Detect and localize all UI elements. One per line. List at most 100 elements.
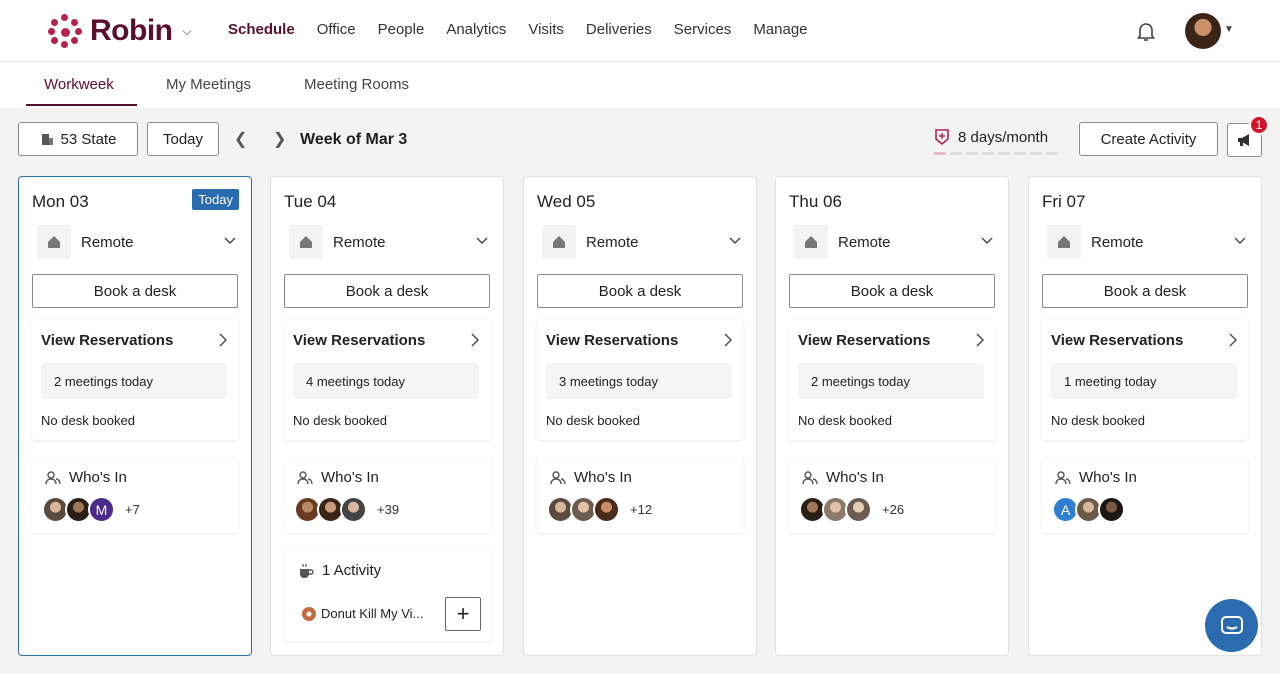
tab-workweek[interactable]: Workweek (44, 76, 114, 93)
whos-in-card[interactable]: Who's In +12 (537, 457, 743, 533)
robin-logo[interactable]: Robin ⌵ (48, 14, 192, 48)
avatar-stack: A (1052, 496, 1125, 523)
whos-in-count: +7 (125, 502, 140, 517)
nav-manage[interactable]: Manage (753, 21, 807, 38)
activity-item[interactable]: Donut Kill My Vi... (302, 606, 423, 621)
people-icon (1055, 471, 1071, 485)
people-icon (550, 471, 566, 485)
whos-in-title: Who's In (1079, 469, 1137, 486)
book-desk-button[interactable]: Book a desk (537, 274, 743, 308)
day-title: Tue 04 (284, 192, 337, 211)
meetings-count[interactable]: 4 meetings today (293, 363, 479, 399)
brand-name: Robin (90, 14, 173, 47)
location-label: Remote (333, 233, 386, 251)
avatar (845, 496, 872, 523)
chat-button[interactable] (1205, 599, 1258, 652)
location-label: Remote (838, 233, 891, 251)
home-icon (1047, 225, 1081, 259)
day-column-wed: Wed 05 Remote Book a desk View Reservati… (523, 176, 757, 656)
day-column-fri: Fri 07 Remote Book a desk View Reservati… (1028, 176, 1262, 656)
meetings-count[interactable]: 3 meetings today (546, 363, 732, 399)
nav-visits[interactable]: Visits (528, 21, 564, 38)
reservations-title: View Reservations (41, 332, 174, 349)
location-select[interactable]: Remote (794, 225, 994, 259)
add-activity-button[interactable]: + (445, 597, 481, 631)
today-badge: Today (192, 189, 239, 210)
user-avatar[interactable] (1185, 13, 1221, 49)
sub-tabs: Workweek My Meetings Meeting Rooms (0, 62, 1280, 108)
people-icon (297, 471, 313, 485)
chevron-down-icon (1234, 237, 1246, 244)
location-select[interactable]: Remote (1047, 225, 1247, 259)
reservations-title: View Reservations (1051, 332, 1184, 349)
days-per-month[interactable]: 8 days/month (934, 128, 1048, 146)
people-icon (45, 471, 61, 485)
tab-meeting-rooms[interactable]: Meeting Rooms (304, 76, 409, 93)
meetings-count[interactable]: 2 meetings today (798, 363, 984, 399)
book-desk-button[interactable]: Book a desk (32, 274, 238, 308)
day-column-mon: Mon 03 Today Remote Book a desk View Res… (18, 176, 252, 656)
chevron-right-icon[interactable]: ❯ (273, 129, 286, 149)
home-icon (289, 225, 323, 259)
chevron-right-icon (724, 333, 732, 347)
reservations-card[interactable]: View Reservations 1 meeting today No des… (1042, 320, 1248, 440)
nav-people[interactable]: People (378, 21, 425, 38)
reservations-title: View Reservations (293, 332, 426, 349)
reservations-card[interactable]: View Reservations 2 meetings today No de… (789, 320, 995, 440)
reservations-card[interactable]: View Reservations 4 meetings today No de… (284, 320, 490, 440)
reservations-card[interactable]: View Reservations 2 meetings today No de… (32, 320, 238, 440)
nav-office[interactable]: Office (317, 21, 356, 38)
meetings-count[interactable]: 1 meeting today (1051, 363, 1237, 399)
book-desk-button[interactable]: Book a desk (284, 274, 490, 308)
whos-in-card[interactable]: Who's In M +7 (32, 457, 238, 533)
bell-icon[interactable] (1134, 19, 1158, 43)
chevron-right-icon (1229, 333, 1237, 347)
location-select[interactable]: Remote (37, 225, 237, 259)
home-icon (37, 225, 71, 259)
activity-card[interactable]: 1 Activity Donut Kill My Vi... + (284, 549, 490, 641)
whos-in-count: +39 (377, 502, 400, 517)
whos-in-count: +12 (630, 502, 653, 517)
avatar-stack: +12 (547, 496, 652, 523)
coffee-icon (300, 564, 314, 578)
day-title: Thu 06 (789, 192, 842, 211)
location-select[interactable]: Remote (289, 225, 489, 259)
chevron-down-icon[interactable]: ⌵ (182, 24, 191, 39)
whos-in-count: +26 (882, 502, 905, 517)
desk-status: No desk booked (546, 413, 640, 428)
activity-title: 1 Activity (322, 562, 382, 579)
tab-my-meetings[interactable]: My Meetings (166, 76, 251, 93)
whos-in-card[interactable]: Who's In +39 (284, 457, 490, 533)
nav-deliveries[interactable]: Deliveries (586, 21, 652, 38)
book-desk-button[interactable]: Book a desk (1042, 274, 1248, 308)
week-label: Week of Mar 3 (300, 131, 408, 148)
chat-icon (1220, 615, 1243, 634)
days-progress (934, 152, 1062, 155)
donut-icon (302, 606, 316, 621)
today-button[interactable]: Today (147, 122, 219, 156)
chevron-down-icon[interactable]: ▼ (1224, 24, 1234, 35)
nav-analytics[interactable]: Analytics (446, 21, 506, 38)
home-icon (794, 225, 828, 259)
days-per-month-label: 8 days/month (958, 128, 1049, 146)
nav-services[interactable]: Services (674, 21, 732, 38)
whos-in-card[interactable]: Who's In +26 (789, 457, 995, 533)
day-column-thu: Thu 06 Remote Book a desk View Reservati… (775, 176, 1009, 656)
nav-schedule[interactable]: Schedule (228, 21, 295, 38)
create-activity-button[interactable]: Create Activity (1079, 122, 1218, 156)
meetings-count[interactable]: 2 meetings today (41, 363, 227, 399)
reservations-title: View Reservations (546, 332, 679, 349)
main-nav: Schedule Office People Analytics Visits … (228, 21, 830, 38)
megaphone-icon (1237, 134, 1249, 146)
building-select-button[interactable]: 53 State (18, 122, 138, 156)
location-label: Remote (1091, 233, 1144, 251)
chevron-down-icon (729, 237, 741, 244)
avatar (593, 496, 620, 523)
reservations-card[interactable]: View Reservations 3 meetings today No de… (537, 320, 743, 440)
location-select[interactable]: Remote (542, 225, 742, 259)
chevron-left-icon[interactable]: ❮ (234, 129, 247, 149)
whos-in-card[interactable]: Who's In A (1042, 457, 1248, 533)
book-desk-button[interactable]: Book a desk (789, 274, 995, 308)
active-tab-indicator (26, 104, 137, 106)
whos-in-title: Who's In (321, 469, 379, 486)
